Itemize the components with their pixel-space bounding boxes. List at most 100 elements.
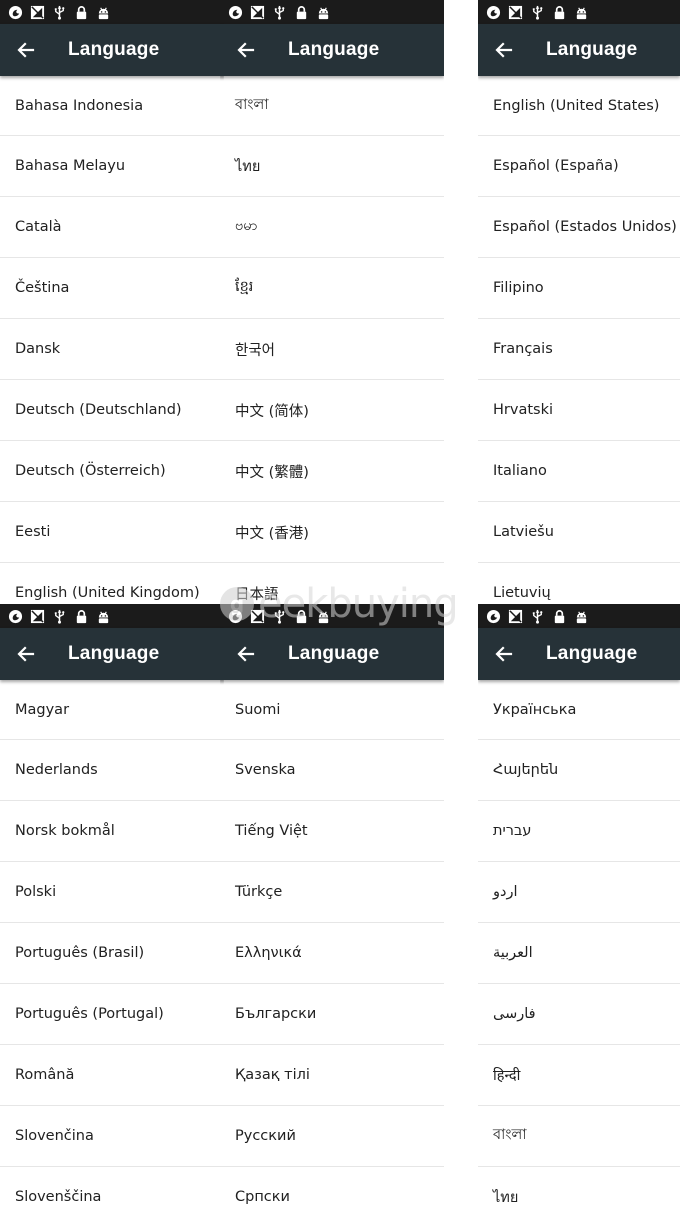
no-signal-icon: [30, 5, 45, 20]
no-signal-icon: [30, 609, 45, 624]
language-item[interactable]: Hrvatski: [478, 380, 680, 441]
language-screen-6: Language Українська Հայերեն עברית اردو العربي…: [478, 604, 680, 1208]
language-item[interactable]: עברית: [478, 801, 680, 862]
back-arrow-icon[interactable]: [220, 628, 272, 680]
language-item[interactable]: Slovenčina: [0, 1106, 224, 1167]
usb-icon: [52, 609, 67, 624]
language-item[interactable]: Bahasa Indonesia: [0, 76, 224, 136]
language-item[interactable]: Svenska: [220, 740, 444, 801]
language-screen-4: Language Magyar Nederlands Norsk bokmål Pols…: [0, 604, 224, 1208]
language-item[interactable]: Español (España): [478, 136, 680, 197]
status-bar: [478, 0, 680, 24]
language-list: Українська Հայերեն עברית اردو العربية فارسی हि…: [478, 680, 680, 1208]
language-item[interactable]: 中文 (简体): [220, 380, 444, 441]
language-item[interactable]: العربية: [478, 923, 680, 984]
language-item[interactable]: 中文 (繁體): [220, 441, 444, 502]
back-arrow-icon[interactable]: [0, 24, 52, 76]
language-item[interactable]: Suomi: [220, 680, 444, 740]
android-debug-icon: [574, 609, 589, 624]
language-item[interactable]: Português (Brasil): [0, 923, 224, 984]
android-debug-icon: [316, 5, 331, 20]
language-item[interactable]: ไทย: [220, 136, 444, 197]
language-item[interactable]: বাংলা: [478, 1106, 680, 1167]
language-item[interactable]: Filipino: [478, 258, 680, 319]
language-list: বাংলা ไทย ဗမာ ខ្មែរ 한국어 中文 (简体) 中文 (繁體) 中文 (香港)…: [220, 76, 444, 604]
back-arrow-icon[interactable]: [478, 24, 530, 76]
status-bar: [220, 0, 444, 24]
language-item[interactable]: Türkçe: [220, 862, 444, 923]
vpn-key-icon: [8, 609, 23, 624]
language-item[interactable]: Magyar: [0, 680, 224, 740]
usb-icon: [530, 5, 545, 20]
no-signal-icon: [250, 609, 265, 624]
language-item[interactable]: Français: [478, 319, 680, 380]
language-screen-3: Language English (United States) Español (…: [478, 0, 680, 604]
language-item[interactable]: Norsk bokmål: [0, 801, 224, 862]
language-item[interactable]: Deutsch (Deutschland): [0, 380, 224, 441]
back-arrow-icon[interactable]: [0, 628, 52, 680]
language-item[interactable]: Русский: [220, 1106, 444, 1167]
language-item[interactable]: 日本語: [220, 563, 444, 604]
language-item[interactable]: Қазақ тілі: [220, 1045, 444, 1106]
android-debug-icon: [574, 5, 589, 20]
language-item[interactable]: Nederlands: [0, 740, 224, 801]
language-item[interactable]: Slovenščina: [0, 1167, 224, 1208]
usb-icon: [272, 5, 287, 20]
language-item[interactable]: Deutsch (Österreich): [0, 441, 224, 502]
page-title: Language: [546, 39, 638, 60]
language-item[interactable]: Bahasa Melayu: [0, 136, 224, 197]
page-title: Language: [546, 643, 638, 664]
app-bar: Language: [0, 628, 224, 680]
language-item[interactable]: Latviešu: [478, 502, 680, 563]
language-item[interactable]: Հայերեն: [478, 740, 680, 801]
language-item[interactable]: اردو: [478, 862, 680, 923]
language-item[interactable]: ไทย: [478, 1167, 680, 1208]
android-debug-icon: [316, 609, 331, 624]
language-item[interactable]: Tiếng Việt: [220, 801, 444, 862]
back-arrow-icon[interactable]: [478, 628, 530, 680]
status-bar: [0, 0, 224, 24]
lock-icon: [552, 5, 567, 20]
language-item[interactable]: Dansk: [0, 319, 224, 380]
page-title: Language: [68, 39, 160, 60]
language-item[interactable]: Italiano: [478, 441, 680, 502]
app-bar: Language: [0, 24, 224, 76]
lock-icon: [552, 609, 567, 624]
vpn-key-icon: [8, 5, 23, 20]
language-item[interactable]: Eesti: [0, 502, 224, 563]
app-bar: Language: [220, 24, 444, 76]
language-item[interactable]: 한국어: [220, 319, 444, 380]
language-item[interactable]: Polski: [0, 862, 224, 923]
back-arrow-icon[interactable]: [220, 24, 272, 76]
app-bar: Language: [478, 24, 680, 76]
language-item[interactable]: ខ្មែរ: [220, 258, 444, 319]
language-item[interactable]: Português (Portugal): [0, 984, 224, 1045]
no-signal-icon: [250, 5, 265, 20]
language-item[interactable]: 中文 (香港): [220, 502, 444, 563]
language-list: Bahasa Indonesia Bahasa Melayu Català Češti…: [0, 76, 224, 604]
lock-icon: [294, 609, 309, 624]
language-item[interactable]: Български: [220, 984, 444, 1045]
page-title: Language: [68, 643, 160, 664]
language-item[interactable]: English (United States): [478, 76, 680, 136]
android-debug-icon: [96, 5, 111, 20]
language-item[interactable]: Español (Estados Unidos): [478, 197, 680, 258]
language-item[interactable]: Ελληνικά: [220, 923, 444, 984]
language-item[interactable]: Čeština: [0, 258, 224, 319]
usb-icon: [52, 5, 67, 20]
usb-icon: [272, 609, 287, 624]
language-item[interactable]: हिन्दी: [478, 1045, 680, 1106]
language-item[interactable]: বাংলা: [220, 76, 444, 136]
language-item[interactable]: ဗမာ: [220, 197, 444, 258]
status-bar: [0, 604, 224, 628]
language-item[interactable]: English (United Kingdom): [0, 563, 224, 604]
language-item[interactable]: Lietuvių: [478, 563, 680, 604]
language-item[interactable]: Català: [0, 197, 224, 258]
language-item[interactable]: فارسی: [478, 984, 680, 1045]
no-signal-icon: [508, 5, 523, 20]
lock-icon: [74, 609, 89, 624]
language-item[interactable]: Українська: [478, 680, 680, 740]
language-item[interactable]: Српски: [220, 1167, 444, 1208]
language-screen-1: Language Bahasa Indonesia Bahasa Melayu Cat…: [0, 0, 224, 604]
language-item[interactable]: Română: [0, 1045, 224, 1106]
